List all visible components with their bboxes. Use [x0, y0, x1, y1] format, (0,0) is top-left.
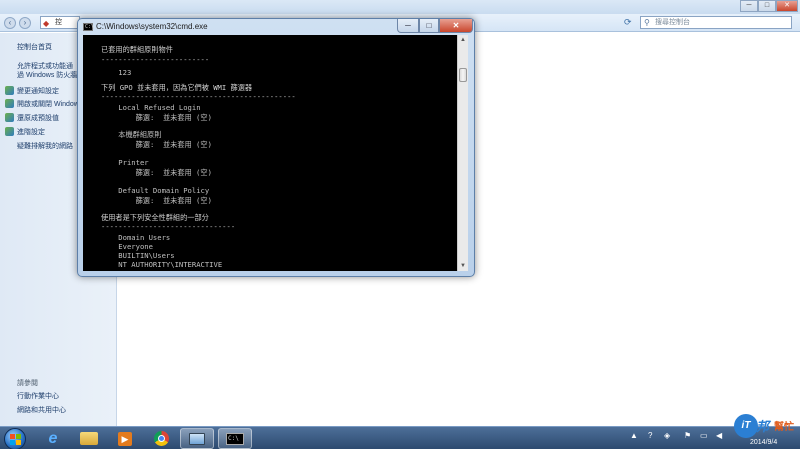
console-line: Everyone	[101, 242, 153, 251]
tray-monitor-icon[interactable]: ▭	[700, 431, 708, 440]
shield-icon	[5, 86, 14, 95]
sidebar-item-notifications[interactable]: 變更通知設定	[17, 86, 59, 96]
cmd-title: C:\Windows\system32\cmd.exe	[96, 22, 208, 31]
sidebar-item-restore-defaults[interactable]: 還原成預設值	[17, 113, 59, 123]
console-line: Local Refused Login	[101, 103, 201, 112]
tray-shield-icon[interactable]: ◈	[664, 431, 670, 440]
internet-explorer-icon[interactable]: e	[36, 428, 70, 449]
sidebar-item-allow-program[interactable]: 允許程式或功能通過 Windows 防火牆	[17, 62, 79, 80]
search-input[interactable]: ⚲ 搜尋控制台	[640, 16, 792, 29]
sidebar-item-home[interactable]: 控制台首頁	[17, 42, 52, 52]
console-line: 篩選: 並未套用 (空)	[101, 140, 212, 149]
console-line: Domain Users	[101, 233, 171, 242]
media-player-icon[interactable]: ▶	[108, 428, 142, 449]
taskbar: e ▶ C:\ ▲ ? ◈ ⚑ ▭ ◀ 2014/9/4	[0, 426, 800, 449]
explorer-titlebar: ─ □ ✕	[0, 0, 800, 14]
scroll-up-icon[interactable]: ▲	[458, 35, 468, 45]
console-line: Default Domain Policy	[101, 186, 210, 195]
cmd-minimize-button[interactable]: ─	[397, 19, 419, 33]
shield-icon	[5, 99, 14, 108]
tray-network-icon[interactable]: ▲	[630, 431, 638, 440]
taskbar-date[interactable]: 2014/9/4	[750, 439, 777, 446]
console-line: ----------------------------------------…	[101, 92, 296, 101]
tray-flag-icon[interactable]: ⚑	[684, 431, 691, 440]
minimize-button[interactable]: ─	[740, 0, 758, 12]
watermark-badge: iT	[734, 414, 758, 438]
sidebar-item-troubleshoot[interactable]: 疑難排解我的網路	[17, 141, 73, 151]
refresh-icon[interactable]: ⟳	[624, 17, 632, 28]
scroll-thumb[interactable]	[459, 68, 467, 82]
back-button[interactable]: ‹	[4, 17, 16, 29]
sidebar-item-toggle-firewall[interactable]: 開啟或關閉 Windows 防火牆	[17, 99, 83, 109]
maximize-button[interactable]: □	[758, 0, 776, 12]
watermark-brand: 邦	[756, 419, 770, 434]
console-line: NT AUTHORITY\INTERACTIVE	[101, 260, 223, 269]
search-placeholder: 搜尋控制台	[655, 19, 690, 26]
cmd-window[interactable]: C:\ C:\Windows\system32\cmd.exe ─ □ ✕ 已套…	[77, 18, 475, 277]
console-line: 篩選: 並未套用 (空)	[101, 196, 212, 205]
console-line: 本機群組原則	[101, 130, 162, 139]
console-output[interactable]: 已套用的群組原則物件 ------------------------- 123…	[83, 35, 468, 271]
tray-volume-icon[interactable]: ◀	[716, 431, 722, 440]
cmd-taskbar-icon[interactable]: C:\	[218, 428, 252, 449]
console-line: -------------------------	[101, 55, 210, 64]
system-tray: ▲ ? ◈ ⚑ ▭ ◀	[630, 431, 740, 447]
cmd-icon: C:\	[83, 23, 95, 31]
address-bar[interactable]: ◆ 控	[40, 16, 80, 29]
windows-logo-icon	[10, 434, 21, 445]
search-icon: ⚲	[644, 18, 650, 27]
address-text: 控	[55, 19, 62, 26]
console-line: -------------------------------	[101, 222, 236, 231]
start-button[interactable]	[4, 428, 26, 449]
sidebar-item-action-center[interactable]: 行動作業中心	[17, 391, 59, 401]
watermark-sub: 幫忙	[774, 422, 794, 433]
console-line: Printer	[101, 158, 149, 167]
console-line: 123	[101, 68, 132, 77]
chrome-icon[interactable]	[144, 428, 178, 449]
close-button[interactable]: ✕	[776, 0, 798, 12]
sidebar-item-network-center[interactable]: 網路和共用中心	[17, 405, 66, 415]
forward-button[interactable]: ›	[19, 17, 31, 29]
ithome-watermark: iT 邦 幫忙	[734, 414, 798, 440]
console-line: 篩選: 並未套用 (空)	[101, 113, 212, 122]
file-explorer-icon[interactable]	[72, 428, 106, 449]
cmd-maximize-button[interactable]: □	[419, 19, 439, 33]
shield-icon	[5, 127, 14, 136]
scroll-down-icon[interactable]: ▼	[458, 261, 468, 271]
cmd-close-button[interactable]: ✕	[439, 19, 473, 33]
see-also-heading: 請參閱	[17, 380, 38, 387]
console-scrollbar[interactable]: ▲ ▼	[457, 35, 468, 271]
control-panel-taskbar-icon[interactable]	[180, 428, 214, 449]
tray-help-icon[interactable]: ?	[648, 431, 652, 440]
console-line: 篩選: 並未套用 (空)	[101, 168, 212, 177]
console-line: 已套用的群組原則物件	[101, 45, 173, 54]
sidebar-item-advanced[interactable]: 進階設定	[17, 127, 45, 137]
shield-icon	[5, 113, 14, 122]
control-panel-icon: ◆	[43, 19, 50, 28]
console-line: BUILTIN\Users	[101, 251, 175, 260]
